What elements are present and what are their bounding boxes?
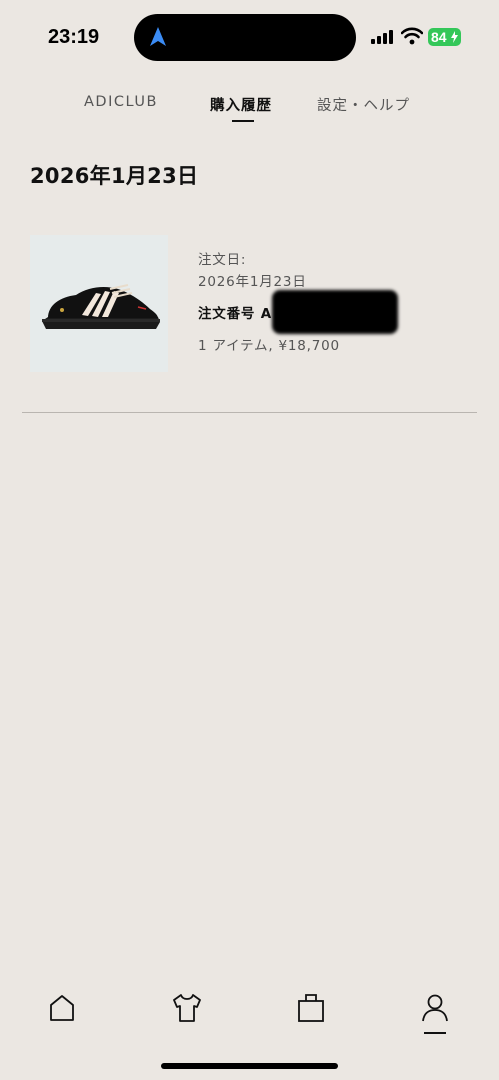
home-indicator[interactable] — [161, 1063, 338, 1069]
order-number-label: 注文番号 A — [198, 306, 272, 322]
order-summary: 1 アイテム, ¥18,700 — [198, 338, 340, 354]
redacted-order-number — [272, 290, 398, 334]
order-group-date: 2026年1月23日 — [30, 164, 199, 188]
tab-purchase-history[interactable]: 購入履歴 — [210, 94, 272, 115]
order-date-label: 注文日: — [198, 252, 247, 268]
tab-adiclub[interactable]: ADICLUB — [84, 94, 158, 110]
home-icon — [50, 995, 74, 1021]
sneaker-image — [42, 284, 160, 329]
nav-shop[interactable] — [170, 991, 204, 1025]
order-date-value: 2026年1月23日 — [198, 274, 307, 290]
nav-home[interactable] — [45, 991, 79, 1025]
wifi-icon — [401, 27, 423, 45]
screen: 23:19 84 ADICLUB 購入履歴 設定・ヘルプ 2026年1月23日 … — [0, 0, 499, 1080]
status-time: 23:19 — [48, 26, 100, 48]
bottom-navigation — [0, 985, 499, 1045]
active-nav-indicator — [424, 1032, 446, 1034]
account-tabs: ADICLUB 購入履歴 設定・ヘルプ — [0, 94, 499, 130]
charging-bolt-icon — [451, 31, 458, 43]
navigation-arrow-icon — [150, 27, 166, 46]
product-thumbnail[interactable] — [30, 235, 168, 372]
status-bar: 23:19 84 — [0, 0, 499, 70]
active-tab-indicator — [232, 120, 254, 122]
bag-icon — [298, 994, 324, 1022]
tab-settings-help[interactable]: 設定・ヘルプ — [317, 94, 410, 115]
battery-level: 84 — [431, 29, 447, 45]
account-icon — [422, 994, 448, 1022]
order-details: 注文日: 2026年1月23日 注文番号 A 1 アイテム, ¥18,700 — [198, 248, 398, 356]
cellular-signal-icon — [371, 30, 393, 44]
divider — [22, 412, 477, 413]
order-card[interactable]: 注文日: 2026年1月23日 注文番号 A 1 アイテム, ¥18,700 — [0, 220, 499, 412]
nav-account[interactable] — [418, 991, 452, 1025]
shop-icon — [173, 994, 201, 1022]
nav-bag[interactable] — [294, 991, 328, 1025]
battery-icon: 84 — [428, 28, 461, 46]
order-number: 注文番号 A — [198, 290, 398, 334]
